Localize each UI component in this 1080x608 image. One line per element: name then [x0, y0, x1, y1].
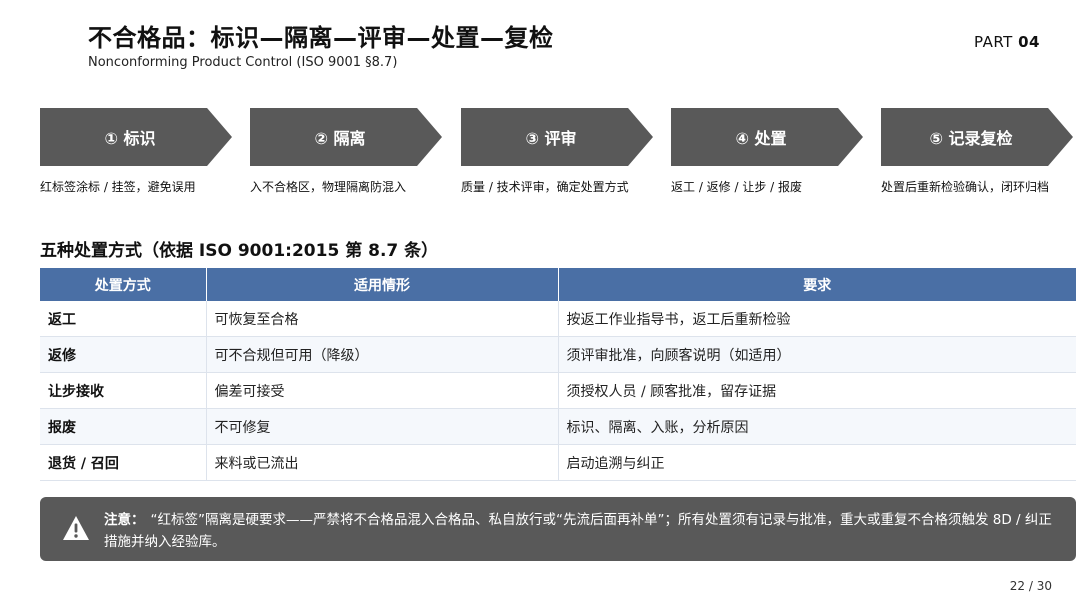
step-description: 处置后重新检验确认，闭环归档	[881, 180, 1050, 194]
table-row: 报废 不可修复 标识、隔离、入账，分析原因	[40, 408, 1076, 445]
disposition-table: 处置方式 适用情形 要求 返工 可恢复至合格 按返工作业指导书，返工后重新检验 …	[40, 268, 1076, 481]
step-description: 入不合格区，物理隔离防混入	[250, 180, 407, 194]
step-label: ③ 评审	[525, 129, 577, 148]
step-record-recheck: ⑤ 记录复检 处置后重新检验确认，闭环归档	[881, 108, 1076, 195]
step-label: ⑤ 记录复检	[929, 129, 1013, 148]
warning-icon	[63, 516, 89, 540]
step-chevron: ③ 评审	[461, 108, 653, 166]
part-label: PART	[974, 33, 1013, 51]
column-header-requirement: 要求	[558, 268, 1076, 301]
step-label: ④ 处置	[735, 129, 787, 148]
cell-requirement: 须评审批准，向顾客说明（如适用）	[558, 336, 1076, 373]
step-chevron: ⑤ 记录复检	[881, 108, 1073, 166]
cell-requirement: 按返工作业指导书，返工后重新检验	[558, 301, 1076, 337]
section-heading: 五种处置方式（依据 ISO 9001:2015 第 8.7 条）	[40, 241, 439, 261]
notice-label: 注意：	[104, 512, 145, 528]
notice-box: 注意： “红标签”隔离是硬要求——严禁将不合格品混入合格品、私自放行或“先流后面再…	[40, 497, 1076, 561]
cell-situation: 不可修复	[206, 408, 559, 445]
column-header-situation: 适用情形	[206, 268, 559, 301]
table-row: 让步接收 偏差可接受 须授权人员 / 顾客批准，留存证据	[40, 372, 1076, 409]
step-isolate: ② 隔离 入不合格区，物理隔离防混入	[250, 108, 445, 195]
cell-method: 让步接收	[40, 372, 207, 409]
notice-text: 注意： “红标签”隔离是硬要求——严禁将不合格品混入合格品、私自放行或“先流后面再…	[104, 509, 1054, 553]
cell-requirement: 标识、隔离、入账，分析原因	[558, 408, 1076, 445]
page-number: 22 / 30	[1009, 579, 1052, 593]
part-number: 04	[1018, 33, 1040, 51]
table-row: 退货 / 召回 来料或已流出 启动追溯与纠正	[40, 444, 1076, 481]
table-header-row: 处置方式 适用情形 要求	[40, 268, 1076, 301]
step-chevron: ① 标识	[40, 108, 232, 166]
step-description: 返工 / 返修 / 让步 / 报废	[671, 180, 803, 194]
cell-situation: 偏差可接受	[206, 372, 559, 409]
cell-method: 报废	[40, 408, 207, 445]
step-description: 质量 / 技术评审，确定处置方式	[461, 180, 629, 194]
step-label: ① 标识	[104, 129, 156, 148]
step-description: 红标签涂标 / 挂签，避免误用	[40, 180, 196, 194]
cell-situation: 来料或已流出	[206, 444, 559, 481]
cell-method: 返工	[40, 301, 207, 337]
step-chevron: ④ 处置	[671, 108, 863, 166]
notice-body: “红标签”隔离是硬要求——严禁将不合格品混入合格品、私自放行或“先流后面再补单”…	[104, 512, 1052, 550]
process-steps: ① 标识 红标签涂标 / 挂签，避免误用 ② 隔离 入不合格区，物理隔离防混入 …	[40, 108, 1080, 208]
cell-requirement: 须授权人员 / 顾客批准，留存证据	[558, 372, 1076, 409]
step-review: ③ 评审 质量 / 技术评审，确定处置方式	[461, 108, 656, 195]
cell-method: 返修	[40, 336, 207, 373]
page-title: 不合格品：标识—隔离—评审—处置—复检	[88, 24, 554, 52]
step-identify: ① 标识 红标签涂标 / 挂签，避免误用	[40, 108, 235, 195]
page-subtitle: Nonconforming Product Control (ISO 9001 …	[88, 55, 398, 70]
cell-method: 退货 / 召回	[40, 444, 207, 481]
step-label: ② 隔离	[314, 129, 366, 148]
step-dispose: ④ 处置 返工 / 返修 / 让步 / 报废	[671, 108, 866, 195]
cell-situation: 可不合规但可用（降级）	[206, 336, 559, 373]
table-row: 返修 可不合规但可用（降级） 须评审批准，向顾客说明（如适用）	[40, 336, 1076, 373]
step-chevron: ② 隔离	[250, 108, 442, 166]
part-indicator: PART 04	[974, 33, 1040, 51]
cell-requirement: 启动追溯与纠正	[558, 444, 1076, 481]
table-row: 返工 可恢复至合格 按返工作业指导书，返工后重新检验	[40, 301, 1076, 337]
column-header-method: 处置方式	[40, 268, 207, 301]
cell-situation: 可恢复至合格	[206, 301, 559, 337]
